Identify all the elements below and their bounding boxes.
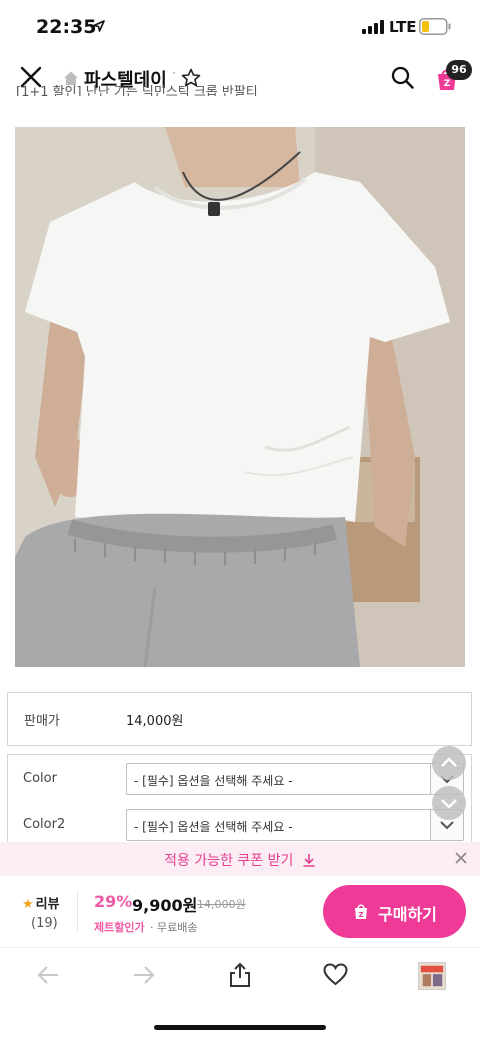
select-placeholder: - [필수] 옵션을 선택해 주세요 - bbox=[134, 774, 293, 788]
scroll-down-button[interactable] bbox=[432, 786, 466, 820]
option-selector-panel: Color - [필수] 옵션을 선택해 주세요 - Color2 - [필수]… bbox=[7, 754, 472, 844]
browser-toolbar bbox=[0, 948, 480, 1040]
sale-price: 9,900원 bbox=[132, 896, 198, 915]
review-count: (19) bbox=[31, 916, 58, 931]
shopping-bag-icon: Z bbox=[355, 904, 367, 919]
divider bbox=[77, 890, 78, 932]
buy-button[interactable]: Z 구매하기 bbox=[323, 885, 466, 938]
option-row-color2: Color2 - [필수] 옵션을 선택해 주세요 - bbox=[8, 809, 473, 841]
discount-percent: 29% bbox=[94, 892, 133, 911]
heart-icon[interactable] bbox=[323, 963, 348, 986]
tab-preview-image bbox=[419, 963, 445, 989]
cart-count-badge: 96 bbox=[446, 60, 472, 80]
option-row-color: Color - [필수] 옵션을 선택해 주세요 - bbox=[8, 763, 473, 795]
product-image[interactable] bbox=[15, 127, 465, 667]
coupon-banner[interactable]: 적용 가능한 쿠폰 받기 bbox=[0, 842, 480, 876]
tab-thumbnail[interactable] bbox=[418, 962, 446, 990]
cellular-signal-icon bbox=[362, 20, 384, 34]
close-coupon-icon[interactable] bbox=[454, 851, 468, 865]
product-title-cutoff: [1+1 할인] 난난 기는 딕민스틱 크롭 반팔티 bbox=[16, 85, 258, 96]
option-label: Color bbox=[23, 771, 57, 786]
review-link[interactable]: ★ 리뷰 bbox=[22, 893, 60, 912]
share-icon[interactable] bbox=[228, 962, 252, 988]
original-price: 14,000원 bbox=[197, 898, 246, 911]
buy-button-label: 구매하기 bbox=[378, 905, 437, 924]
forward-arrow-icon[interactable] bbox=[132, 964, 156, 986]
coupon-text: 적용 가능한 쿠폰 받기 bbox=[164, 853, 294, 869]
chevron-down-icon bbox=[441, 799, 457, 809]
shipping-info: · 무료배송 bbox=[150, 921, 198, 934]
back-arrow-icon[interactable] bbox=[36, 964, 60, 986]
zeta-discount-label: 제트할인가 bbox=[94, 921, 145, 934]
battery-icon bbox=[419, 18, 451, 35]
white-crop-t-shirt-photo bbox=[15, 127, 465, 667]
color2-select[interactable]: - [필수] 옵션을 선택해 주세요 - bbox=[126, 809, 464, 841]
separator-dot: · bbox=[172, 66, 177, 82]
status-bar: 22:35 LTE bbox=[0, 0, 480, 52]
status-time: 22:35 bbox=[36, 16, 97, 38]
network-type: LTE bbox=[389, 18, 417, 36]
star-filled-icon: ★ bbox=[22, 897, 34, 912]
purchase-bar: ★ 리뷰 (19) 29% 9,900원 14,000원 제트할인가 · 무료배송… bbox=[0, 876, 480, 948]
scroll-up-button[interactable] bbox=[432, 746, 466, 780]
price-label: 판매가 bbox=[24, 714, 60, 729]
home-indicator[interactable] bbox=[154, 1025, 326, 1030]
chevron-up-icon bbox=[441, 757, 457, 767]
review-label: 리뷰 bbox=[35, 897, 60, 912]
download-icon bbox=[303, 854, 315, 867]
color-select[interactable]: - [필수] 옵션을 선택해 주세요 - bbox=[126, 763, 464, 795]
svg-text:Z: Z bbox=[358, 911, 363, 919]
price-table: 판매가 14,000원 bbox=[7, 692, 472, 746]
option-label: Color2 bbox=[23, 817, 66, 832]
location-arrow-icon bbox=[93, 20, 105, 32]
price-value: 14,000원 bbox=[126, 714, 184, 729]
select-placeholder: - [필수] 옵션을 선택해 주세요 - bbox=[134, 820, 293, 834]
